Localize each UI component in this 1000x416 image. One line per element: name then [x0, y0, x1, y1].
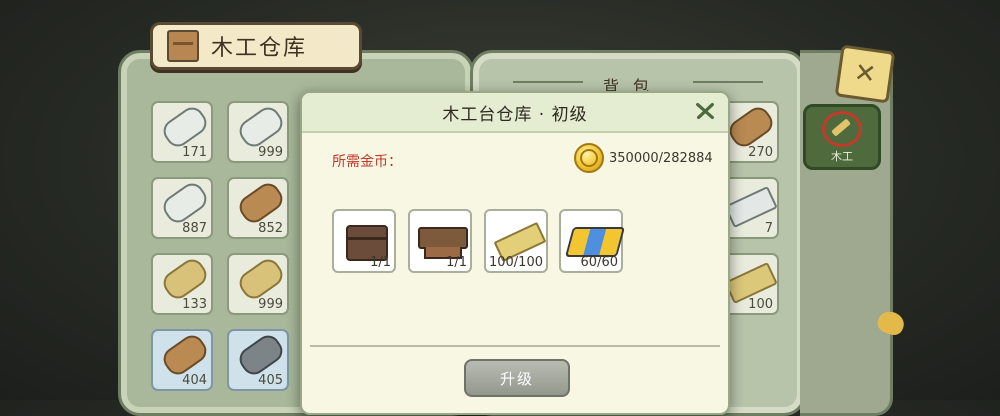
item-count: 270: [748, 145, 773, 160]
close-button[interactable]: [692, 98, 718, 124]
upgrade-dialog: 木工台仓库 · 初级 所需金币： 350000/282884 1/1 1/1 1…: [300, 91, 730, 415]
item-count: 405: [258, 373, 283, 388]
item-count: 100: [748, 297, 773, 312]
light-log-icon: [234, 254, 288, 304]
warehouse-title: 木工仓库: [211, 36, 308, 61]
item-count: 133: [182, 297, 207, 312]
requirement-count: 60/60: [580, 255, 618, 270]
warehouse-slot[interactable]: 133: [151, 253, 213, 315]
dialog-header: 木工台仓库 · 初级: [302, 93, 728, 133]
woodwork-icon: [822, 110, 862, 147]
warehouse-slot[interactable]: 887: [151, 177, 213, 239]
requirement-count: 100/100: [488, 255, 543, 270]
warehouse-slot[interactable]: 999: [227, 253, 289, 315]
workbench-icon: [418, 227, 468, 259]
vine-decoration: [513, 81, 583, 83]
warehouse-slot[interactable]: 405: [227, 329, 289, 391]
wood-log-icon: [234, 178, 288, 228]
required-gold-amount: 350000/282884: [609, 151, 713, 166]
item-count: 171: [182, 145, 207, 160]
required-gold-label: 所需金币：: [332, 154, 402, 170]
vine-decoration: [693, 81, 763, 83]
birch-log-icon: [158, 102, 212, 152]
warehouse-slot[interactable]: 999: [227, 101, 289, 163]
dialog-divider: [310, 345, 720, 347]
crate-icon: [167, 30, 199, 62]
tab-woodwork-label: 木工: [831, 149, 853, 163]
ingot-icon: [564, 227, 626, 257]
upgrade-button[interactable]: 升级: [464, 359, 570, 397]
close-icon: [696, 102, 714, 120]
warehouse-slot[interactable]: 404: [151, 329, 213, 391]
requirement-count: 1/1: [446, 255, 467, 270]
wood-log-icon: [158, 330, 212, 380]
warehouse-title-banner: 木工仓库: [150, 22, 362, 70]
requirement-count: 1/1: [370, 255, 391, 270]
requirement-slot[interactable]: 1/1: [332, 209, 396, 273]
item-count: 999: [258, 145, 283, 160]
gold-coin-icon: [574, 143, 604, 173]
requirement-slot[interactable]: 1/1: [408, 209, 472, 273]
requirement-slot[interactable]: 60/60: [559, 209, 626, 273]
dark-log-icon: [234, 330, 288, 380]
warehouse-slot[interactable]: 171: [151, 101, 213, 163]
light-log-icon: [158, 254, 212, 304]
tab-woodwork[interactable]: 木工: [803, 104, 881, 170]
requirement-slot[interactable]: 100/100: [484, 209, 548, 273]
tag-close-icon[interactable]: ✕: [834, 44, 896, 104]
wood-log-icon: [724, 102, 778, 152]
warehouse-slot[interactable]: 852: [227, 177, 289, 239]
dialog-title: 木工台仓库 · 初级: [442, 104, 588, 125]
item-count: 7: [764, 221, 773, 236]
item-count: 404: [182, 373, 207, 388]
item-count: 852: [258, 221, 283, 236]
birch-log-icon: [234, 102, 288, 152]
item-count: 887: [182, 221, 207, 236]
birch-log-icon: [158, 178, 212, 228]
item-count: 999: [258, 297, 283, 312]
